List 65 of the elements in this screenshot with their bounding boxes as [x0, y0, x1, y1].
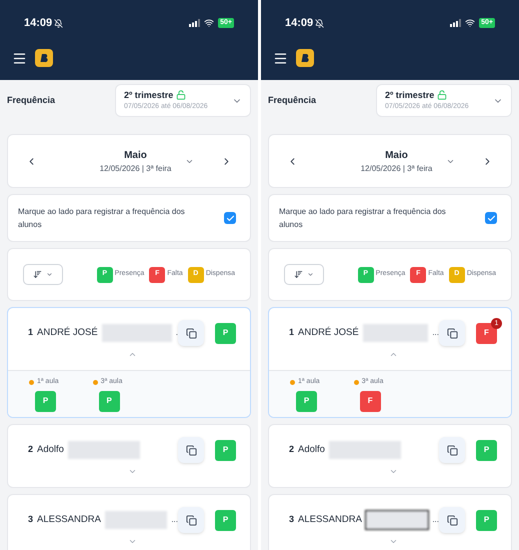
copy-icon [446, 514, 458, 526]
selected-date: 12/05/2026 | 3ª feira [100, 162, 172, 174]
wifi-icon [204, 18, 214, 28]
name-ellipsis: ... [171, 514, 178, 526]
attendance-status-button[interactable]: P [215, 440, 236, 460]
wifi-icon [465, 18, 476, 28]
student-name: Adolfo [37, 442, 64, 457]
register-instruction: Marque ao lado para registrar a frequência dos alunos [18, 206, 186, 231]
month-name: Maio [124, 148, 147, 162]
attendance-status-button[interactable]: P [476, 440, 497, 460]
student-number: 2 [289, 443, 294, 456]
student-name: ANDRÉ JOSÉ [37, 326, 98, 340]
copy-button[interactable] [439, 320, 465, 346]
signal-icon [450, 19, 462, 27]
app-logo[interactable] [296, 49, 314, 67]
copy-button[interactable] [178, 437, 204, 463]
attendance-status-button[interactable]: P [476, 510, 497, 530]
copy-icon [186, 328, 196, 338]
copy-button[interactable] [178, 320, 204, 346]
copy-button[interactable] [439, 437, 465, 463]
student-name: ALESSANDRA [298, 512, 362, 527]
student-number: 3 [289, 513, 294, 526]
name-ellipsis: ... [432, 514, 439, 526]
copy-icon [446, 444, 458, 456]
copy-icon [186, 444, 196, 456]
menu-icon[interactable] [273, 50, 288, 66]
page-title: Frequência [7, 94, 56, 107]
student-number: 3 [28, 513, 34, 526]
copy-icon [446, 328, 458, 338]
student-number: 1 [289, 326, 294, 340]
sort-icon [33, 270, 42, 279]
lesson-attendance-button[interactable]: F [360, 390, 381, 412]
student-number: 2 [28, 443, 34, 456]
name-ellipsis: . [176, 327, 178, 339]
student-name: Adolfo [298, 442, 325, 457]
selected-date: 12/05/2026 | 3ª feira [360, 162, 432, 174]
sort-dropdown[interactable] [23, 264, 63, 285]
register-instruction: Marque ao lado para registrar a frequência dos alunos [279, 206, 447, 231]
lesson-attendance-button[interactable]: P [296, 390, 317, 412]
signal-icon [189, 19, 200, 27]
clock-time: 14:09 [285, 16, 314, 31]
register-checkbox[interactable] [485, 212, 497, 224]
student-name: ANDRÉ JOSÉ [298, 326, 359, 340]
copy-button[interactable] [439, 507, 465, 533]
copy-button[interactable] [178, 507, 204, 533]
register-checkbox[interactable] [224, 212, 236, 224]
page-title: Frequência [268, 94, 316, 107]
month-name: Maio [385, 148, 408, 162]
sort-dropdown[interactable] [284, 264, 324, 285]
name-ellipsis: ... [432, 327, 439, 339]
lesson-attendance-button[interactable]: P [35, 390, 56, 412]
copy-icon [186, 514, 196, 526]
student-number: 1 [28, 326, 34, 340]
attendance-status-button[interactable]: P [215, 510, 236, 530]
app-logo[interactable] [35, 49, 53, 67]
chevron-down-icon [307, 271, 314, 278]
student-name: ALESSANDRA [37, 512, 101, 527]
menu-icon[interactable] [12, 50, 27, 66]
lesson-attendance-button[interactable]: P [98, 390, 120, 412]
sort-icon [294, 270, 303, 279]
attendance-status-button[interactable]: P [215, 322, 236, 344]
muted-bell-icon [315, 18, 324, 28]
muted-bell-icon [54, 18, 64, 28]
chevron-down-icon [46, 271, 53, 278]
clock-time: 14:09 [24, 16, 52, 31]
